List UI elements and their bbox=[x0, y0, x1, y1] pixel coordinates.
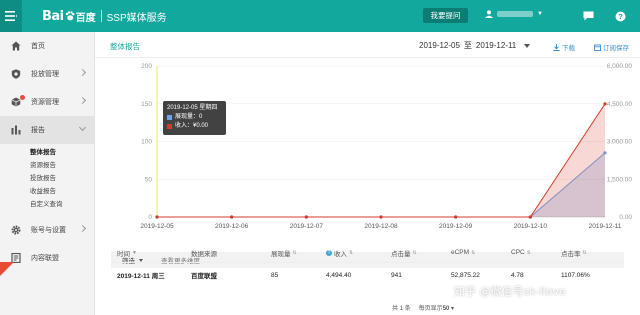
page-title: 整体报告 bbox=[110, 42, 140, 51]
sort-icon: ⇅ bbox=[471, 249, 476, 256]
x-axis-tick-label: 2019-12-06 bbox=[215, 223, 249, 230]
chevron-right-icon bbox=[78, 68, 87, 77]
watermark: 知乎 @微信号sk-llove bbox=[454, 285, 566, 298]
user-name bbox=[497, 11, 533, 17]
chevron-down-icon: ▼ bbox=[537, 11, 543, 17]
y-axis-tick-label: 150 bbox=[141, 101, 152, 108]
paw-icon bbox=[65, 11, 75, 21]
sidebar-subitem-overall-report[interactable]: 整体报告 bbox=[0, 144, 94, 157]
page-size-select[interactable]: 每页显示50 ▾ bbox=[419, 303, 454, 312]
user-menu[interactable]: ▼ bbox=[485, 10, 543, 18]
y-axis-tick-label: 200 bbox=[141, 63, 152, 70]
subscribe-save-button[interactable]: 订阅保存 bbox=[594, 42, 629, 52]
sidebar-subitem-delivery-report[interactable]: 投放报告 bbox=[0, 170, 94, 183]
sidebar-item-account-settings[interactable]: 账号与设置 bbox=[0, 216, 94, 244]
cell-cpc: 4.78 bbox=[511, 271, 524, 279]
download-button[interactable]: 下载 bbox=[553, 42, 575, 52]
data-point bbox=[379, 215, 383, 219]
total-count: 共 1 条 bbox=[392, 306, 411, 312]
sidebar-item-report[interactable]: 报告 bbox=[0, 116, 94, 144]
notification-dot bbox=[20, 95, 25, 100]
trend-chart: 0 50 100 150 200 0.00 1,500.00 3,000.00 4,500.00… bbox=[140, 63, 633, 230]
help-icon[interactable]: ? bbox=[326, 249, 332, 256]
sidebar-item-delivery[interactable]: 投放管理 bbox=[0, 60, 94, 88]
cell-impressions: 85 bbox=[271, 271, 279, 279]
y-axis-tick-label: 0 bbox=[148, 214, 152, 221]
y2-axis-tick-label: 4,500.00 bbox=[607, 101, 633, 108]
home-icon bbox=[10, 41, 21, 52]
cell-revenue: 4,494.40 bbox=[326, 271, 352, 279]
column-impressions[interactable]: 展现量 ⇅ bbox=[271, 248, 326, 258]
data-point bbox=[454, 215, 458, 219]
column-source: 数据来源 bbox=[191, 250, 217, 258]
sort-icon: ⇅ bbox=[292, 249, 297, 256]
sidebar-item-resources[interactable]: 资源管理 bbox=[0, 88, 94, 116]
message-icon[interactable] bbox=[582, 10, 594, 22]
download-icon bbox=[553, 43, 560, 51]
data-point bbox=[304, 215, 308, 219]
sidebar-subitem-resource-report[interactable]: 资源报告 bbox=[0, 157, 94, 170]
column-time[interactable]: 时间 ▼ bbox=[111, 248, 191, 258]
cell-clicks: 941 bbox=[391, 271, 402, 279]
y-axis-tick-label: 100 bbox=[141, 139, 152, 146]
shield-icon bbox=[10, 69, 21, 80]
pagination: 共 1 条 每页显示50 ▾ bbox=[392, 303, 454, 312]
ask-question-button[interactable]: 我要提问 bbox=[423, 8, 468, 23]
top-bar: Bai 百度 SSP媒体服务 我要提问 ▼ ? bbox=[0, 0, 640, 32]
report-table: 时间 ▼ 数据来源 展现量 ⇅ ? 收入 ⇅ 点击量 ⇅ eCPM ⇅ CPC ⇅ 点击率 ⇅ … bbox=[111, 243, 624, 287]
y2-axis-tick-label: 0.00 bbox=[619, 214, 632, 221]
y2-axis-tick-label: 3,000.00 bbox=[607, 139, 633, 146]
sort-icon: ⇅ bbox=[349, 249, 354, 256]
sidebar-subitem-custom-query[interactable]: 自定义查询 bbox=[0, 196, 94, 209]
cell-source: 百度联盟 bbox=[191, 273, 217, 280]
cell-time: 2019-12-11 周三 bbox=[117, 273, 165, 280]
column-ecpm[interactable]: eCPM ⇅ bbox=[451, 249, 511, 256]
sort-icon: ▼ bbox=[132, 249, 137, 256]
x-axis-tick-label: 2019-12-10 bbox=[514, 223, 548, 230]
sort-icon: ⇅ bbox=[526, 249, 531, 256]
user-icon bbox=[485, 10, 493, 18]
x-axis-tick-label: 2019-12-11 bbox=[589, 223, 622, 230]
chevron-right-icon bbox=[78, 96, 87, 105]
sidebar-item-content-alliance[interactable]: 内容联盟 bbox=[0, 244, 94, 272]
baidu-logo[interactable]: Bai 百度 SSP媒体服务 bbox=[42, 8, 167, 24]
sidebar: 首页 投放管理 资源管理 报告 整体报告 资源报告 投放报告 收益报告 自定义查… bbox=[0, 32, 95, 315]
data-point bbox=[528, 215, 532, 219]
cell-ctr: 1107.06% bbox=[561, 271, 590, 279]
column-revenue[interactable]: ? 收入 ⇅ bbox=[326, 248, 391, 258]
bar-chart-icon bbox=[10, 125, 21, 136]
x-axis-tick-label: 2019-12-05 bbox=[140, 223, 174, 230]
new-badge bbox=[0, 262, 14, 276]
data-point bbox=[603, 102, 607, 106]
chevron-right-icon bbox=[78, 224, 87, 233]
sort-icon: ⇅ bbox=[412, 249, 417, 256]
chart-tooltip: 2019-12-05 星期四 展现量：0 收入：¥0.00 bbox=[163, 101, 226, 135]
calendar-icon bbox=[594, 44, 601, 51]
chevron-down-icon bbox=[78, 123, 87, 132]
date-range-picker[interactable]: 2019-12-05 至 2019-12-11 bbox=[419, 40, 531, 51]
svg-text:?: ? bbox=[618, 12, 623, 21]
page-header: 整体报告 2019-12-05 至 2019-12-11 下载 订阅保存 bbox=[95, 32, 640, 58]
sidebar-subitem-revenue-report[interactable]: 收益报告 bbox=[0, 183, 94, 196]
y2-axis-tick-label: 1,500.00 bbox=[607, 176, 633, 183]
help-icon[interactable]: ? bbox=[614, 10, 626, 22]
chevron-down-icon bbox=[524, 43, 531, 48]
data-point bbox=[155, 215, 159, 219]
menu-icon[interactable] bbox=[0, 0, 22, 32]
cell-ecpm: 52,875.22 bbox=[451, 271, 480, 279]
x-axis-tick-label: 2019-12-07 bbox=[290, 223, 324, 230]
sidebar-item-home[interactable]: 首页 bbox=[0, 32, 94, 60]
x-axis-tick-label: 2019-12-08 bbox=[364, 223, 398, 230]
data-point bbox=[230, 215, 234, 219]
column-cpc[interactable]: CPC ⇅ bbox=[511, 249, 561, 256]
column-ctr[interactable]: 点击率 ⇅ bbox=[561, 248, 624, 258]
table-header: 时间 ▼ 数据来源 展现量 ⇅ ? 收入 ⇅ 点击量 ⇅ eCPM ⇅ CPC ⇅ 点击率 ⇅ bbox=[111, 243, 624, 263]
x-axis-tick-label: 2019-12-09 bbox=[439, 223, 473, 230]
app-title: SSP媒体服务 bbox=[106, 12, 167, 24]
column-clicks[interactable]: 点击量 ⇅ bbox=[391, 248, 451, 258]
y2-axis-tick-label: 6,000.00 bbox=[607, 63, 633, 70]
y-axis-tick-label: 50 bbox=[145, 176, 153, 183]
gear-icon bbox=[10, 225, 21, 236]
sort-icon: ⇅ bbox=[582, 249, 587, 256]
